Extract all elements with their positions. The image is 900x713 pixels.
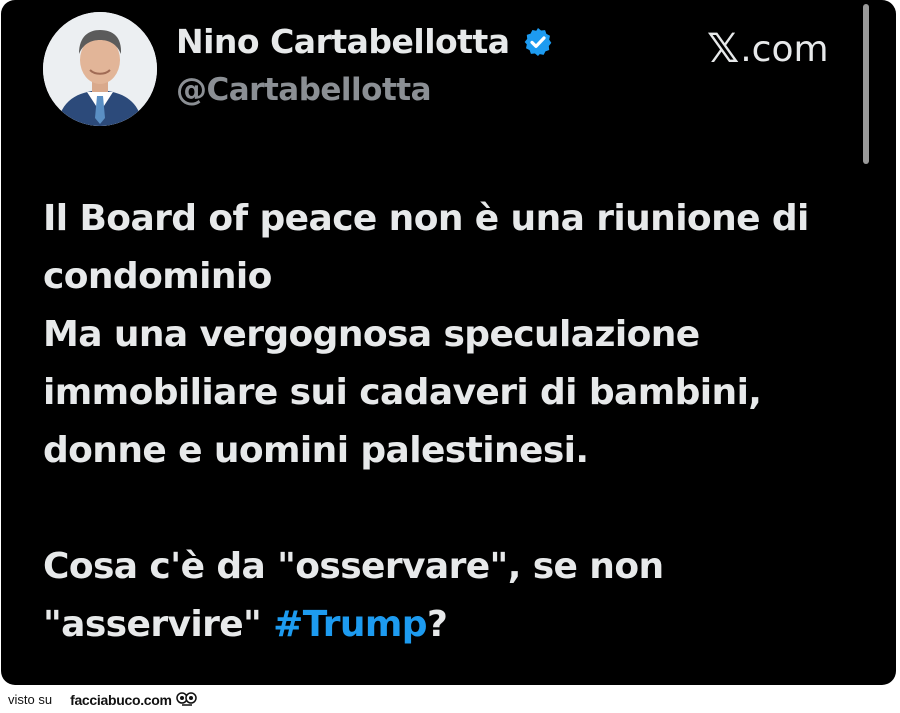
tweet-line: donne e uomini palestinesi.	[43, 430, 589, 471]
tweet-card: Nino Cartabellotta @Cartabellotta 𝕏 .com…	[1, 0, 896, 685]
domain-text: .com	[740, 28, 829, 70]
x-com-watermark: 𝕏 .com	[707, 26, 829, 72]
tweet-line: condominio	[43, 256, 272, 297]
facciabuco-logo-icon	[175, 691, 198, 708]
site-footer: visto su facciabuco.com	[0, 686, 900, 713]
display-name[interactable]: Nino Cartabellotta	[176, 22, 510, 61]
tweet-line: "asservire" #Trump?	[43, 596, 863, 654]
tweet-text: Il Board of peace non è una riunione di …	[43, 190, 863, 654]
tweet-line: Il Board of peace non è una riunione di	[43, 198, 809, 239]
hashtag-link[interactable]: #Trump	[273, 604, 427, 645]
tweet-line: immobiliare sui cadaveri di bambini,	[43, 372, 762, 413]
user-handle[interactable]: @Cartabellotta	[176, 72, 432, 108]
profile-photo	[43, 12, 157, 126]
x-logo-icon: 𝕏	[707, 26, 740, 72]
site-name[interactable]: facciabuco.com	[70, 692, 172, 708]
tweet-text-segment: ?	[426, 604, 448, 645]
author-row: Nino Cartabellotta	[176, 22, 554, 61]
profile-avatar[interactable]	[43, 12, 157, 126]
tweet-line: Ma una vergognosa speculazione	[43, 314, 700, 355]
tweet-line: Cosa c'è da "osservare", se non	[43, 546, 664, 587]
tweet-text-segment: "asservire"	[43, 604, 274, 645]
verified-badge-icon	[522, 26, 554, 58]
visto-su-label: visto su	[8, 692, 53, 707]
scrollbar[interactable]	[863, 4, 869, 164]
